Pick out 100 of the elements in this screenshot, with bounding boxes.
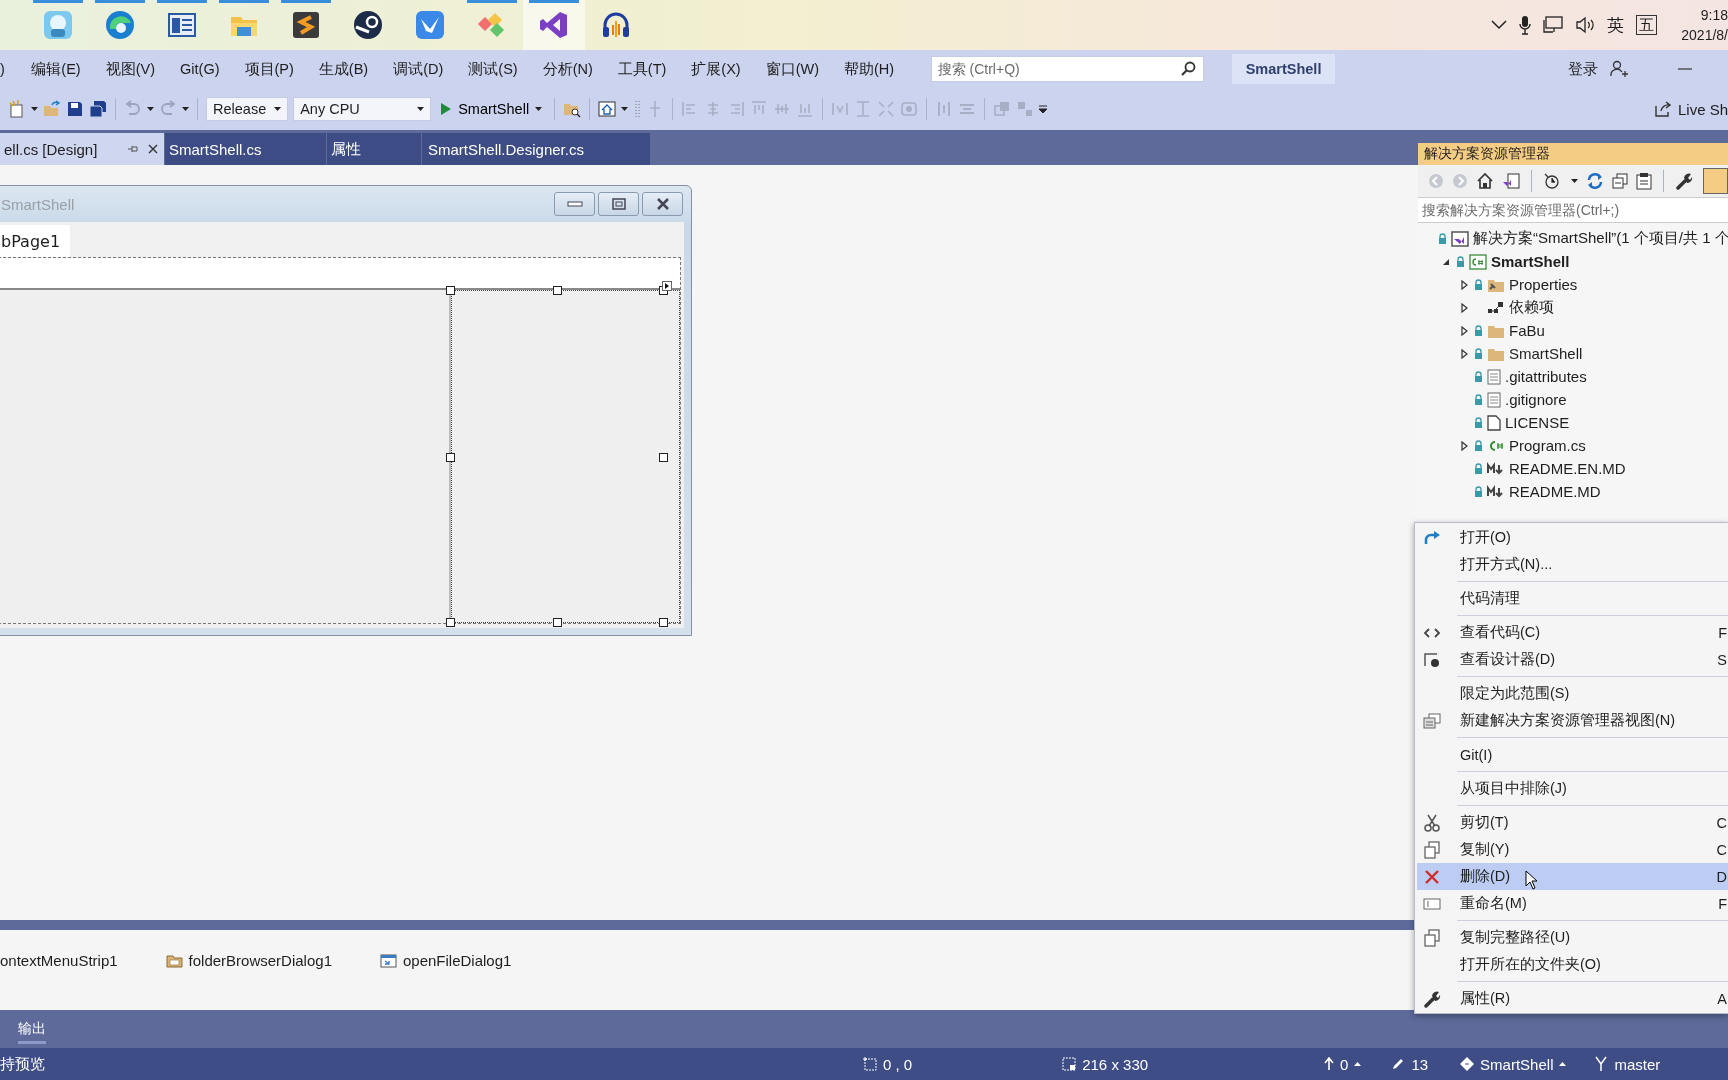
context-menu-item[interactable]: 查看代码(C) F [1417, 619, 1728, 646]
tree-item[interactable]: .gitignore [1505, 391, 1567, 408]
network-icon[interactable] [1543, 16, 1564, 34]
solution-switch-icon[interactable] [1502, 172, 1520, 190]
form-window[interactable]: SmartShell bPage1 [0, 185, 692, 636]
context-menu-item[interactable]: 新建解决方案资源管理器视图(N) [1417, 707, 1728, 734]
context-menu-item[interactable]: 剪切(T) C [1417, 809, 1728, 836]
document-tab[interactable]: SmartShell.cs [165, 133, 327, 165]
save-all-icon[interactable] [89, 100, 107, 118]
context-menu-item[interactable]: Git(I) [1417, 741, 1728, 768]
component-label[interactable]: ontextMenuStrip1 [0, 952, 118, 969]
tool-window-tab[interactable]: 输出 [18, 1014, 46, 1044]
menu-item[interactable]: 生成(B) [306, 59, 381, 79]
menu-item[interactable]: 帮助(H) [831, 59, 907, 79]
tree-item[interactable]: Properties [1509, 276, 1578, 293]
collapsed-caret-icon[interactable] [1460, 279, 1468, 290]
menu-item[interactable]: 编辑(E) [18, 59, 94, 79]
resize-handle[interactable] [659, 618, 668, 627]
context-menu-item[interactable]: 属性(R) A [1417, 985, 1728, 1012]
menu-item[interactable]: 项目(P) [232, 59, 307, 79]
minimize-icon[interactable] [1678, 67, 1692, 71]
context-menu-item[interactable]: 限定为此范围(S) [1417, 680, 1728, 707]
context-menu-item[interactable]: 打开方式(N)... [1417, 551, 1728, 578]
new-project-icon[interactable] [8, 100, 26, 118]
live-share-button[interactable]: Live Sh [1653, 100, 1728, 118]
open-folder-icon[interactable] [43, 100, 61, 118]
context-menu-item[interactable]: 打开所在的文件夹(O) [1417, 951, 1728, 978]
repository-selector[interactable]: SmartShell [1460, 1055, 1567, 1073]
add-user-icon[interactable] [1610, 60, 1628, 78]
configuration-dropdown[interactable]: Release [206, 97, 289, 121]
context-menu-item[interactable]: 从项目中排除(J) [1417, 775, 1728, 802]
sign-in-link[interactable]: 登录 [1568, 59, 1598, 79]
pin-icon[interactable] [128, 144, 138, 154]
menu-item[interactable]: 测试(S) [455, 59, 531, 79]
pin-toggle-button[interactable] [1702, 168, 1728, 194]
collapsed-caret-icon[interactable] [1460, 302, 1468, 313]
context-menu-item[interactable]: 重命名(M) F [1417, 890, 1728, 917]
wrench-icon[interactable] [1674, 172, 1693, 190]
component-label[interactable]: openFileDialog1 [403, 952, 512, 969]
context-menu-item[interactable]: 复制(Y) C [1417, 836, 1728, 863]
tree-item[interactable]: FaBu [1509, 322, 1545, 339]
tree-item[interactable]: SmartShell [1509, 345, 1583, 362]
ime-mode-indicator[interactable]: 五 [1636, 15, 1658, 35]
microphone-icon[interactable] [1519, 15, 1532, 35]
menu-item[interactable]: 调试(D) [380, 59, 456, 79]
collapsed-caret-icon[interactable] [1460, 348, 1468, 359]
menu-item[interactable]: 分析(N) [530, 59, 606, 79]
menu-item[interactable]: ) [0, 61, 19, 77]
chevron-up-icon[interactable] [1491, 20, 1508, 30]
resize-handle[interactable] [446, 453, 455, 462]
context-menu-item[interactable]: 代码清理 [1417, 585, 1728, 612]
tree-item[interactable]: .gitattributes [1505, 368, 1587, 385]
search-field[interactable]: 搜索 (Ctrl+Q) [930, 56, 1204, 82]
clipboard-icon[interactable] [1635, 172, 1652, 190]
start-button[interactable]: SmartShell [436, 96, 547, 122]
outgoing-commits[interactable]: 0 [1324, 1055, 1362, 1073]
component-label[interactable]: folderBrowserDialog1 [188, 952, 332, 969]
tree-item[interactable]: 依赖项 [1509, 298, 1554, 317]
tree-item[interactable]: README.MD [1509, 483, 1601, 500]
smart-tag-icon[interactable] [662, 281, 672, 291]
tree-item[interactable]: README.EN.MD [1509, 460, 1626, 477]
tree-item[interactable]: SmartShell [1491, 253, 1570, 270]
menu-item[interactable]: Git(G) [167, 61, 232, 77]
context-menu-item[interactable]: 查看设计器(D) S [1417, 646, 1728, 673]
solution-icon [1451, 230, 1469, 247]
context-menu-item[interactable]: 复制完整路径(U) [1417, 924, 1728, 951]
menu-item[interactable]: 视图(V) [93, 59, 168, 79]
expanded-caret-icon[interactable] [1442, 257, 1450, 266]
context-menu-item[interactable]: 打开(O) [1417, 524, 1728, 551]
resize-handle[interactable] [446, 286, 455, 295]
resize-handle[interactable] [446, 618, 455, 627]
search-icon[interactable] [1179, 61, 1196, 77]
tree-item[interactable]: Program.cs [1509, 437, 1586, 454]
home-icon[interactable] [1476, 172, 1494, 190]
volume-icon[interactable] [1575, 16, 1596, 34]
input-language-indicator[interactable]: 英 [1607, 13, 1625, 37]
context-menu-item[interactable]: 删除(D) D [1417, 863, 1728, 890]
search-field[interactable]: 搜索解决方案资源管理器(Ctrl+;) [1418, 197, 1728, 223]
grip-icon[interactable] [633, 100, 642, 118]
platform-dropdown[interactable]: Any CPU [293, 97, 432, 121]
menu-item[interactable]: 窗口(W) [753, 59, 832, 79]
resize-handle[interactable] [553, 286, 562, 295]
collapsed-caret-icon[interactable] [1460, 440, 1468, 451]
resize-handle[interactable] [659, 453, 668, 462]
collapsed-caret-icon[interactable] [1460, 325, 1468, 336]
collapse-all-icon[interactable] [1611, 173, 1628, 189]
menu-item[interactable]: 扩展(X) [678, 59, 754, 79]
branch-selector[interactable]: master [1594, 1055, 1661, 1073]
menu-item[interactable]: 工具(T) [605, 59, 679, 79]
tree-item[interactable]: LICENSE [1505, 414, 1570, 431]
document-tab[interactable]: ell.cs [Design] [0, 133, 165, 165]
document-tab[interactable]: 属性 [327, 133, 422, 165]
close-icon[interactable] [148, 144, 158, 154]
document-tab[interactable]: SmartShell.Designer.cs [422, 133, 651, 165]
overflow-icon[interactable] [1039, 105, 1048, 113]
resize-handle[interactable] [553, 618, 562, 627]
home-window-icon[interactable] [598, 100, 617, 118]
save-icon[interactable] [66, 100, 84, 118]
sync-icon[interactable] [1585, 172, 1604, 190]
pending-changes[interactable]: 13 [1391, 1055, 1429, 1073]
